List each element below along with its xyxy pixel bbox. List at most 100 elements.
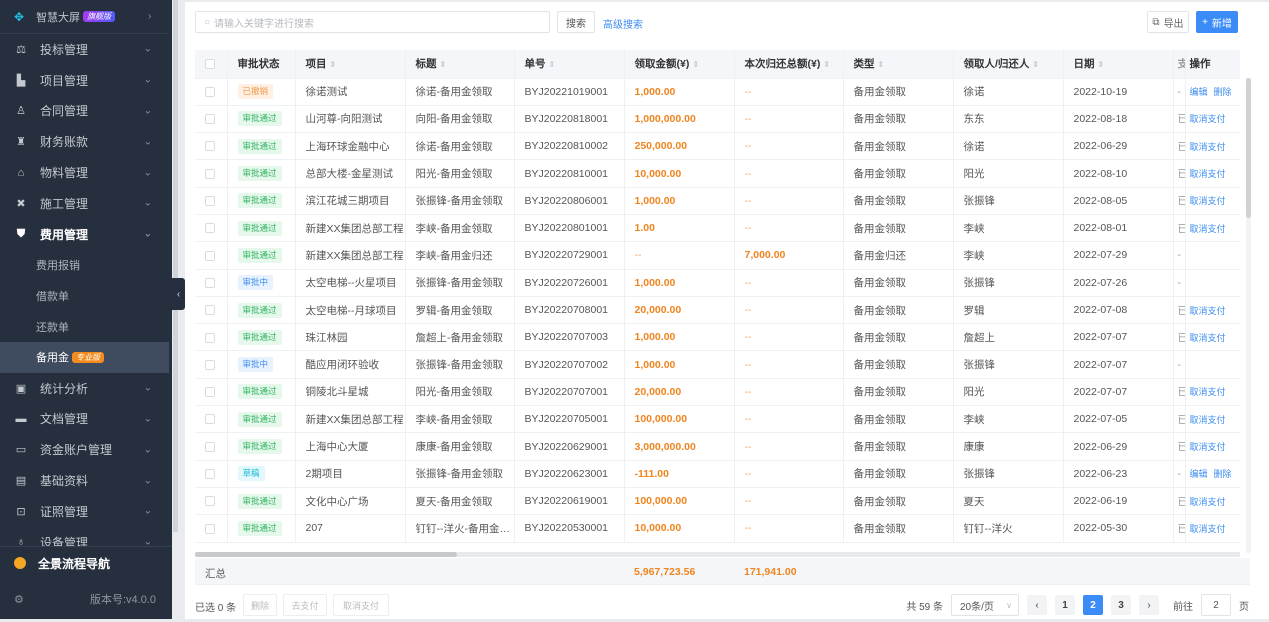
advanced-search-link[interactable]: 高级搜索 xyxy=(603,16,643,31)
row-checkbox[interactable] xyxy=(205,277,215,288)
row-checkbox[interactable] xyxy=(205,332,215,343)
sidebar-item[interactable]: ⌂ 物料管理 ⌄ xyxy=(0,157,172,188)
row-select-cell[interactable] xyxy=(195,460,228,488)
row-action-link[interactable]: 取消支付 xyxy=(1190,387,1226,397)
row-select-cell[interactable] xyxy=(195,132,228,161)
sidebar-item-dashboard[interactable]: ✥ 智慧大屏 旗舰版 › xyxy=(0,0,167,34)
table-row[interactable]: 审批通过 207 钉钉--洋火-备用金领取 BYJ20220530001 10,000.… xyxy=(195,514,1240,543)
row-select-cell[interactable] xyxy=(195,214,228,243)
table-row[interactable]: 审批通过 上海中心大厦 康康-备用金领取 BYJ20220629001 3,000,00… xyxy=(195,432,1240,461)
table-row[interactable]: 审批通过 新建XX集团总部工程 李峡-备用金领取 BYJ20220801001 1.00… xyxy=(195,214,1240,243)
table-row[interactable]: 审批通过 珠江林园 詹超上-备用金领取 BYJ20220707003 1,000.00-… xyxy=(195,323,1240,352)
table-row[interactable]: 审批通过 上海环球金融中心 徐诺-备用金领取 BYJ20220810002 250,00… xyxy=(195,132,1240,161)
search-input[interactable]: ○ 请输入关键字进行搜索 xyxy=(195,11,550,33)
sidebar-subitem[interactable]: 备用金 专业版 xyxy=(0,341,169,373)
table-vertical-scrollbar[interactable] xyxy=(1246,78,1251,553)
next-page-button[interactable]: › xyxy=(1139,595,1159,615)
row-checkbox[interactable] xyxy=(205,359,215,370)
gear-icon[interactable]: ⚙ xyxy=(14,593,24,606)
row-checkbox[interactable] xyxy=(205,387,215,398)
sidebar-item[interactable]: ♜ 财务账款 ⌄ xyxy=(0,126,172,157)
row-action-link[interactable]: 取消支付 xyxy=(1190,142,1226,152)
table-row[interactable]: 审批通过 山河尊-向阳测试 向阳-备用金领取 BYJ20220818001 1,000,… xyxy=(195,105,1240,134)
sidebar-item[interactable]: ▙ 项目管理 ⌄ xyxy=(0,65,172,96)
row-checkbox[interactable] xyxy=(205,414,215,425)
table-row[interactable]: 审批通过 新建XX集团总部工程 李峡-备用金领取 BYJ20220705001 100,… xyxy=(195,405,1240,434)
sidebar-item[interactable]: ▣ 统计分析 ⌄ xyxy=(0,373,172,404)
row-select-cell[interactable] xyxy=(195,78,228,106)
collapse-sidebar-button[interactable]: ‹ xyxy=(172,278,185,310)
sidebar-subitem[interactable]: 费用报销 xyxy=(0,250,172,281)
row-action-link[interactable]: 取消支付 xyxy=(1190,497,1226,507)
select-all-cell[interactable] xyxy=(195,50,228,79)
row-select-cell[interactable] xyxy=(195,405,228,434)
add-button[interactable]: + 新增 xyxy=(1196,11,1238,33)
col-date[interactable]: 日期 ⇕ xyxy=(1063,50,1174,79)
table-row[interactable]: 草稿 2期项目 张振锋-备用金领取 BYJ20220623001 -111.00 -- 备用… xyxy=(195,460,1240,488)
row-action-link[interactable]: 取消支付 xyxy=(1190,524,1226,534)
row-select-cell[interactable] xyxy=(195,487,228,516)
table-row[interactable]: 审批通过 新建XX集团总部工程 李峡-备用金归还 BYJ20220729001 -- 7,… xyxy=(195,241,1240,270)
row-action-link[interactable]: 取消支付 xyxy=(1190,169,1226,179)
sidebar-item[interactable]: ▤ 基础资料 ⌄ xyxy=(0,465,172,496)
sidebar-scrollbar[interactable] xyxy=(173,0,178,532)
row-select-cell[interactable] xyxy=(195,432,228,461)
row-action-link[interactable]: 取消支付 xyxy=(1190,415,1226,425)
batch-cancel-pay-button[interactable]: 取消支付 xyxy=(333,594,389,616)
row-select-cell[interactable] xyxy=(195,269,228,297)
row-action-link[interactable]: 编辑 xyxy=(1190,469,1208,479)
page-1[interactable]: 1 xyxy=(1055,595,1075,615)
row-checkbox[interactable] xyxy=(205,469,215,480)
row-action-link[interactable]: 取消支付 xyxy=(1190,333,1226,343)
row-checkbox[interactable] xyxy=(205,86,215,97)
row-checkbox[interactable] xyxy=(205,250,215,261)
row-action-link[interactable]: 删除 xyxy=(1214,87,1232,97)
row-select-cell[interactable] xyxy=(195,105,228,134)
goto-page-input[interactable]: 2 xyxy=(1201,594,1231,616)
sidebar-item[interactable]: ⛊ 费用管理 ⌄ xyxy=(0,219,172,250)
page-size-select[interactable]: 20条/页 ∨ xyxy=(951,594,1019,616)
table-row[interactable]: 审批通过 文化中心广场 夏天-备用金领取 BYJ20220619001 100,000.… xyxy=(195,487,1240,516)
table-row[interactable]: 审批中 太空电梯--火星项目 张振锋-备用金领取 BYJ20220726001 1,00… xyxy=(195,269,1240,297)
col-person[interactable]: 领取人/归还人 ⇕ xyxy=(953,50,1064,79)
table-row[interactable]: 审批通过 铜陵北斗星城 阳光-备用金领取 BYJ20220707001 20,000.0… xyxy=(195,378,1240,407)
sidebar-item[interactable]: ▬ 文档管理 ⌄ xyxy=(0,404,172,435)
col-type[interactable]: 类型 ⇕ xyxy=(843,50,954,79)
row-checkbox[interactable] xyxy=(205,114,215,125)
row-action-link[interactable]: 删除 xyxy=(1214,469,1232,479)
row-select-cell[interactable] xyxy=(195,514,228,543)
row-action-link[interactable]: 编辑 xyxy=(1190,87,1208,97)
process-nav-button[interactable]: 全景流程导航 xyxy=(0,547,172,579)
table-row[interactable]: 审批中 酷应用闭环验收 张振锋-备用金领取 BYJ20220707002 1,000.0… xyxy=(195,350,1240,379)
row-action-link[interactable]: 取消支付 xyxy=(1190,224,1226,234)
sidebar-subitem[interactable]: 还款单 xyxy=(0,311,172,342)
row-checkbox[interactable] xyxy=(205,441,215,452)
table-row[interactable]: 审批通过 总部大楼-金星测试 阳光-备用金领取 BYJ20220810001 10,00… xyxy=(195,159,1240,188)
row-action-link[interactable]: 取消支付 xyxy=(1190,442,1226,452)
sidebar-item[interactable]: ⊡ 证照管理 ⌄ xyxy=(0,496,172,527)
sidebar-item[interactable]: ⚖ 投标管理 ⌄ xyxy=(0,34,172,65)
row-select-cell[interactable] xyxy=(195,296,228,325)
col-returned[interactable]: 本次归还总额(¥) ⇕ xyxy=(734,50,844,79)
row-checkbox[interactable] xyxy=(205,496,215,507)
row-action-link[interactable]: 取消支付 xyxy=(1190,114,1226,124)
table-row[interactable]: 审批通过 滨江花城三期项目 张振锋-备用金领取 BYJ20220806001 1,000… xyxy=(195,187,1240,215)
row-checkbox[interactable] xyxy=(205,305,215,316)
select-all-checkbox[interactable] xyxy=(205,58,215,69)
page-2[interactable]: 2 xyxy=(1083,595,1103,615)
row-select-cell[interactable] xyxy=(195,159,228,188)
sidebar-item[interactable]: ✖ 施工管理 ⌄ xyxy=(0,188,172,219)
export-button[interactable]: ⧉ 导出 xyxy=(1147,11,1189,33)
row-select-cell[interactable] xyxy=(195,378,228,407)
sidebar-item[interactable]: ♙ 合同管理 ⌄ xyxy=(0,96,172,127)
sidebar-item[interactable]: ▭ 资金账户管理 ⌄ xyxy=(0,434,172,465)
row-action-link[interactable]: 取消支付 xyxy=(1190,306,1226,316)
table-row[interactable]: 审批通过 太空电梯--月球项目 罗辑-备用金领取 BYJ20220708001 20,0… xyxy=(195,296,1240,325)
col-number[interactable]: 单号 ⇕ xyxy=(514,50,625,79)
col-title[interactable]: 标题 ⇕ xyxy=(405,50,515,79)
row-select-cell[interactable] xyxy=(195,350,228,379)
batch-delete-button[interactable]: 删除 xyxy=(243,594,277,616)
page-3[interactable]: 3 xyxy=(1111,595,1131,615)
col-project[interactable]: 项目 ⇕ xyxy=(295,50,406,79)
row-checkbox[interactable] xyxy=(205,196,215,207)
